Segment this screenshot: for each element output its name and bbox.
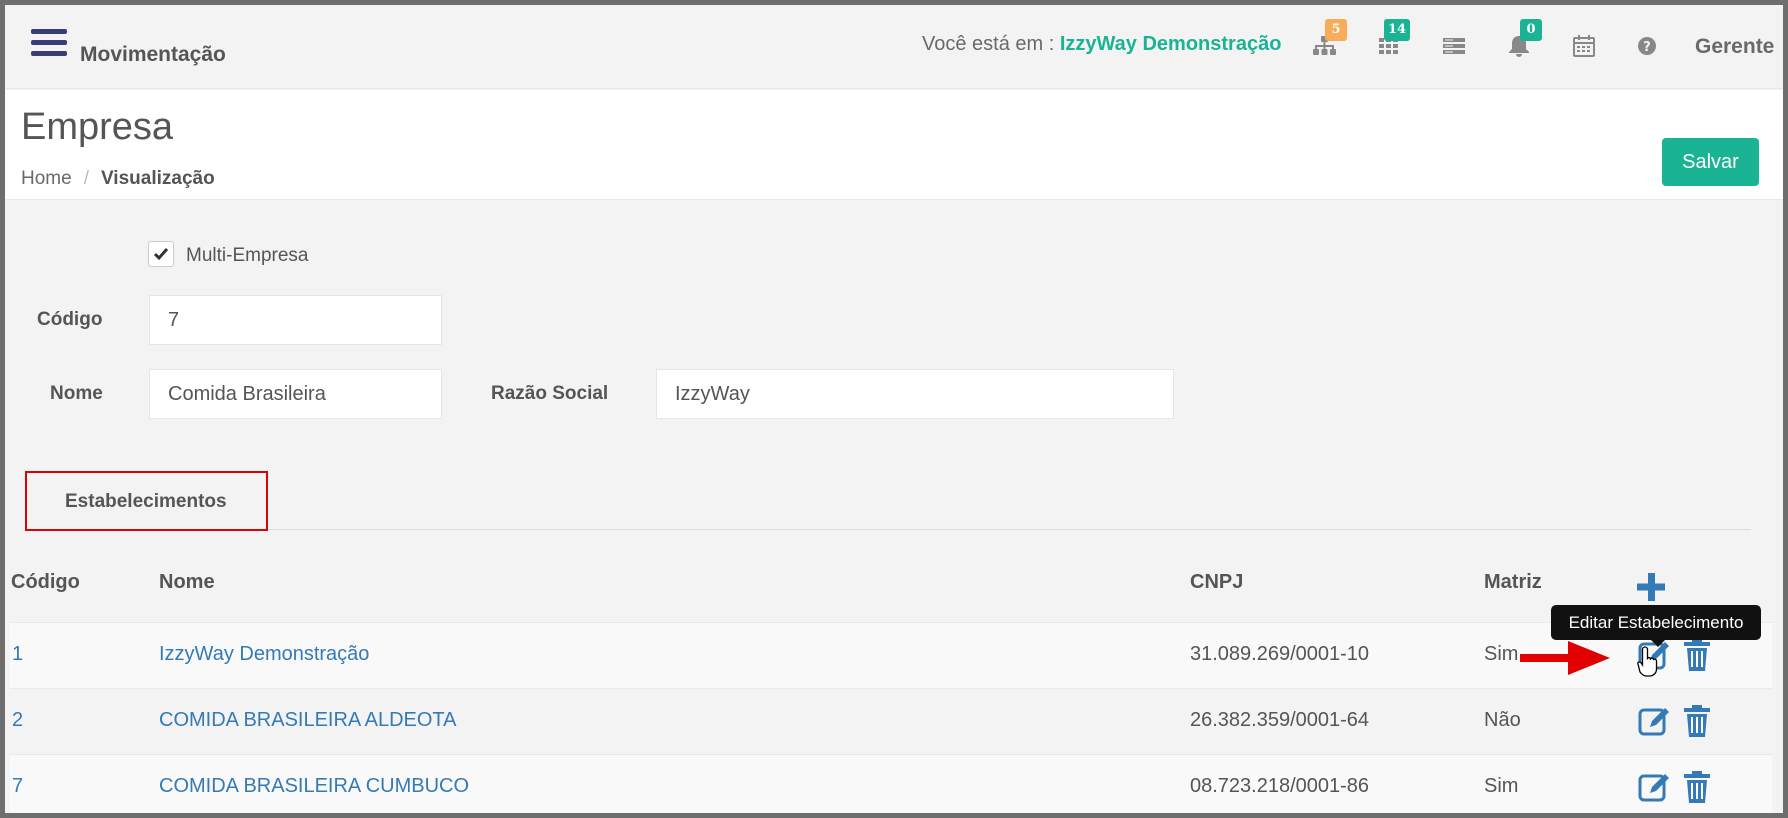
table-row: 1 IzzyWay Demonstração 31.089.269/0001-1… bbox=[10, 622, 1772, 688]
location-company[interactable]: IzzyWay Demonstração bbox=[1060, 33, 1282, 55]
checkmark-icon bbox=[153, 248, 169, 261]
delete-icon[interactable] bbox=[1679, 769, 1715, 805]
user-menu[interactable]: Gerente bbox=[1695, 35, 1774, 59]
app-frame: Movimentação Você está em : IzzyWay Demo… bbox=[0, 0, 1788, 818]
top-navbar: Movimentação Você está em : IzzyWay Demo… bbox=[5, 5, 1783, 89]
razao-social-label: Razão Social bbox=[491, 383, 609, 404]
bell-badge: 0 bbox=[1520, 19, 1542, 41]
breadcrumb-current: Visualização bbox=[100, 168, 215, 189]
help-icon[interactable]: ? bbox=[1634, 33, 1660, 59]
breadcrumb-home[interactable]: Home bbox=[21, 168, 72, 189]
codigo-field[interactable]: 7 bbox=[149, 295, 442, 345]
row-codigo[interactable]: 7 bbox=[12, 775, 23, 798]
multi-empresa-checkbox[interactable] bbox=[148, 241, 174, 267]
edit-icon[interactable] bbox=[1637, 703, 1673, 739]
column-header-nome: Nome bbox=[159, 571, 215, 593]
hand-cursor-icon bbox=[1637, 646, 1658, 677]
nome-label: Nome bbox=[50, 383, 103, 404]
tab-estabelecimentos[interactable]: Estabelecimentos bbox=[25, 471, 268, 531]
svg-text:?: ? bbox=[1643, 40, 1651, 55]
edit-icon[interactable] bbox=[1637, 769, 1673, 805]
column-header-codigo: Código bbox=[11, 571, 80, 593]
delete-icon[interactable] bbox=[1679, 703, 1715, 739]
row-nome[interactable]: COMIDA BRASILEIRA CUMBUCO bbox=[159, 775, 469, 798]
calendar-icon[interactable] bbox=[1571, 33, 1597, 59]
page-header: Empresa Home / Visualização Salvar bbox=[5, 90, 1783, 200]
tab-divider bbox=[25, 529, 1751, 530]
razao-social-field[interactable]: IzzyWay bbox=[656, 369, 1174, 419]
column-header-matriz: Matriz bbox=[1484, 571, 1542, 593]
row-cnpj: 26.382.359/0001-64 bbox=[1190, 709, 1370, 731]
breadcrumb: Home / Visualização bbox=[21, 168, 215, 190]
save-button[interactable]: Salvar bbox=[1662, 138, 1759, 186]
server-icon[interactable] bbox=[1441, 33, 1467, 59]
delete-icon[interactable] bbox=[1679, 637, 1715, 673]
multi-empresa-label: Multi-Empresa bbox=[186, 245, 309, 266]
row-codigo[interactable]: 1 bbox=[12, 643, 23, 666]
add-establishment-icon[interactable] bbox=[1635, 571, 1667, 603]
table-row: 7 COMIDA BRASILEIRA CUMBUCO 08.723.218/0… bbox=[10, 754, 1772, 813]
grid-badge: 14 bbox=[1384, 19, 1411, 41]
row-matriz: Sim bbox=[1484, 775, 1519, 797]
row-cnpj: 31.089.269/0001-10 bbox=[1190, 643, 1370, 665]
breadcrumb-separator: / bbox=[83, 168, 89, 189]
row-matriz: Sim bbox=[1484, 643, 1519, 665]
edit-tooltip: Editar Estabelecimento bbox=[1551, 605, 1761, 647]
table-row: 2 COMIDA BRASILEIRA ALDEOTA 26.382.359/0… bbox=[10, 688, 1772, 754]
codigo-label: Código bbox=[37, 309, 103, 330]
location-prefix: Você está em : bbox=[922, 33, 1060, 55]
row-cnpj: 08.723.218/0001-86 bbox=[1190, 775, 1370, 797]
app-title: Movimentação bbox=[80, 43, 226, 66]
row-nome[interactable]: COMIDA BRASILEIRA ALDEOTA bbox=[159, 709, 457, 732]
sitemap-icon[interactable]: 5 bbox=[1311, 19, 1347, 59]
page-title: Empresa bbox=[21, 106, 174, 148]
sitemap-badge: 5 bbox=[1325, 19, 1347, 41]
nome-field[interactable]: Comida Brasileira bbox=[149, 369, 442, 419]
row-matriz: Não bbox=[1484, 709, 1521, 731]
grid-icon[interactable]: 14 bbox=[1376, 19, 1411, 59]
current-location: Você está em : IzzyWay Demonstração bbox=[922, 33, 1281, 56]
bell-icon[interactable]: 0 bbox=[1506, 19, 1542, 59]
red-arrow-icon bbox=[1520, 641, 1610, 675]
column-header-cnpj: CNPJ bbox=[1190, 571, 1244, 593]
row-codigo[interactable]: 2 bbox=[12, 709, 23, 732]
row-nome[interactable]: IzzyWay Demonstração bbox=[159, 643, 369, 666]
menu-toggle-icon[interactable] bbox=[31, 29, 67, 59]
tab-estabelecimentos-label: Estabelecimentos bbox=[65, 491, 227, 512]
